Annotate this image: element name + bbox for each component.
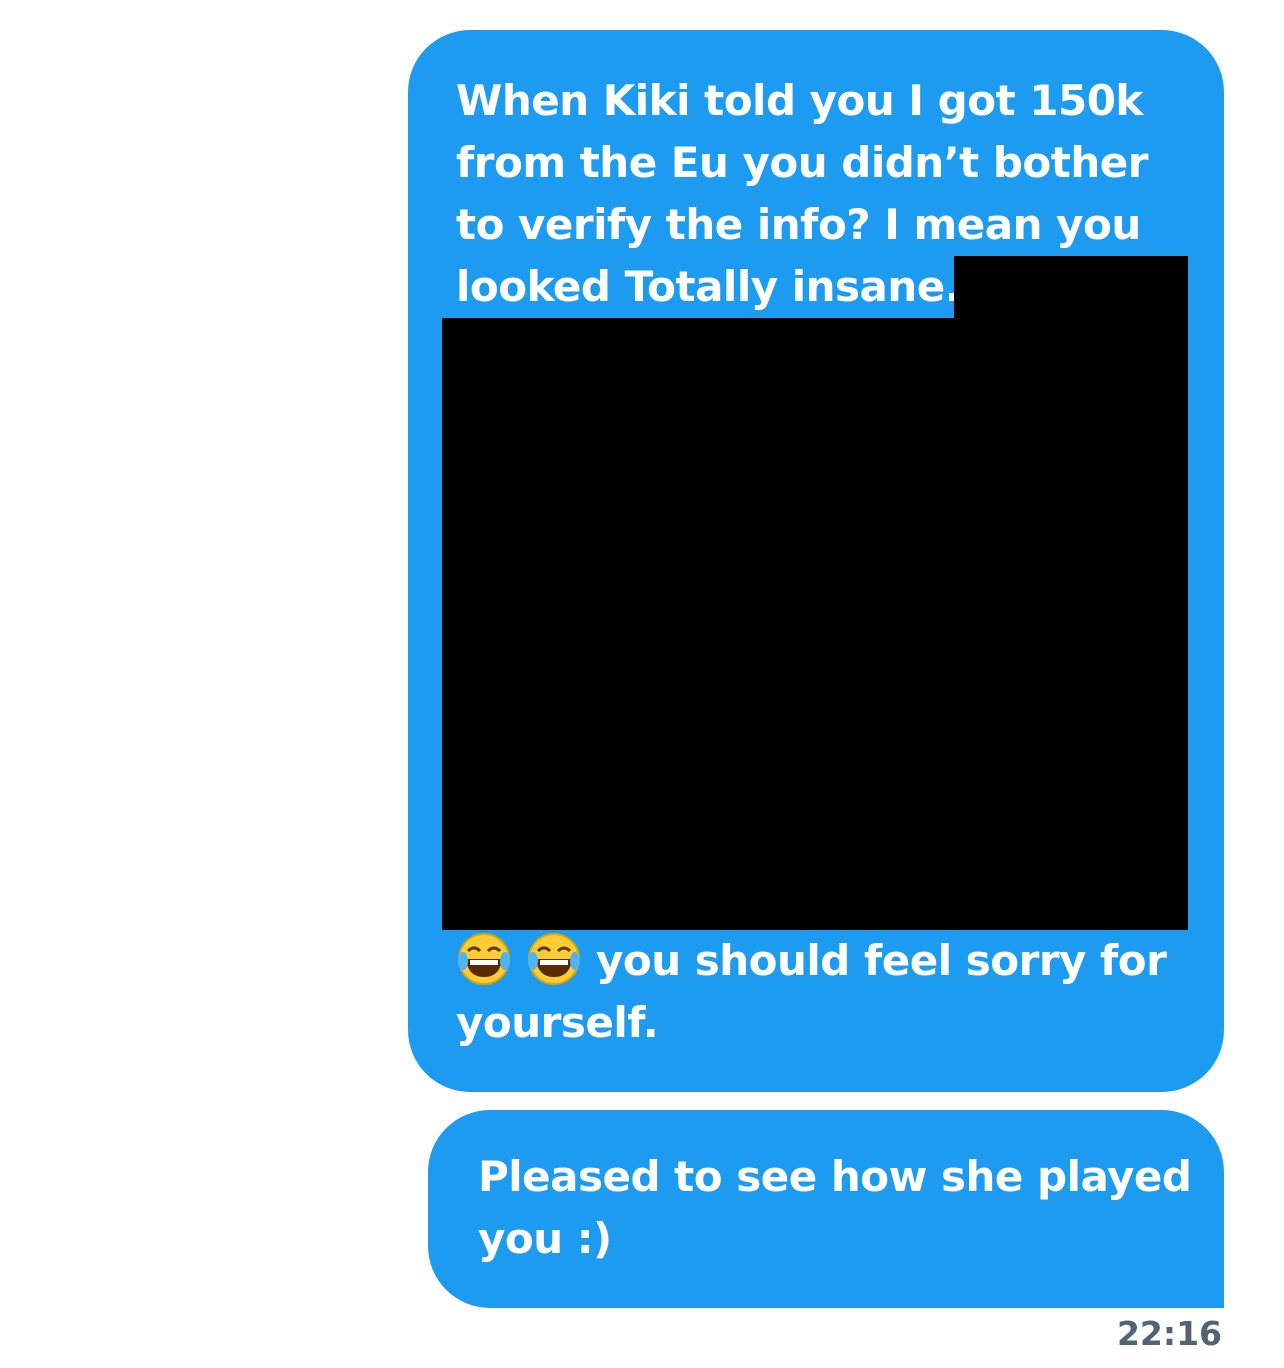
tears-of-joy-emoji-icon: [528, 933, 580, 985]
sent-message-bubble[interactable]: Pleased to see how she played you :): [428, 1110, 1224, 1308]
redaction-box: [954, 256, 1188, 320]
message-text-continued: you should feel sorry for yourself.: [456, 930, 1196, 1054]
message-text: Pleased to see how she played you :): [478, 1152, 1192, 1263]
tears-of-joy-emoji-icon: [458, 933, 510, 985]
redacted-image: [442, 318, 1188, 930]
sent-message-bubble[interactable]: When Kiki told you I got 150k from the E…: [408, 30, 1224, 1092]
message-timestamp: 22:16: [1116, 1314, 1222, 1353]
